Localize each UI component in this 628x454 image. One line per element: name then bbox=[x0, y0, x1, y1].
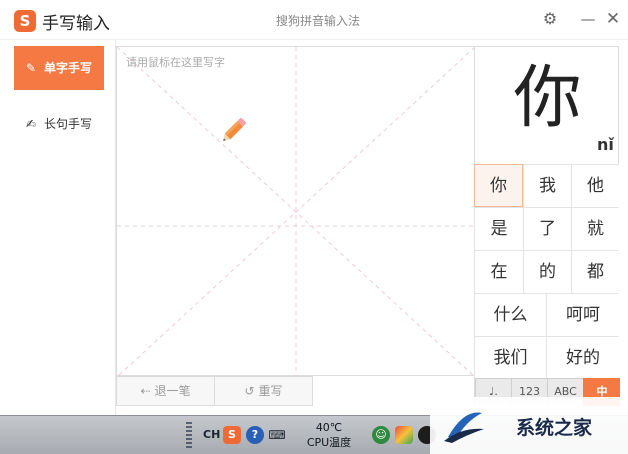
candidate-cell[interactable]: 都 bbox=[571, 250, 619, 293]
tray-grip-handle[interactable] bbox=[186, 422, 192, 448]
title-bar: S 手写输入 搜狗拼音输入法 ⚙ — ✕ bbox=[0, 0, 628, 40]
app-title: 手写输入 bbox=[42, 14, 110, 34]
qq-tray-icon[interactable]: ☺ bbox=[372, 426, 390, 444]
pad-guide-lines bbox=[117, 47, 475, 377]
site-watermark: 系统之家 bbox=[430, 397, 628, 454]
pencil-icon bbox=[223, 118, 246, 141]
candidate-cell[interactable]: 什么 bbox=[474, 293, 546, 336]
candidate-row: 什么 呵呵 bbox=[474, 293, 619, 336]
watermark-text: 系统之家 bbox=[516, 417, 593, 439]
cpu-temp-value: 40℃ bbox=[315, 421, 343, 434]
candidate-cell[interactable]: 他 bbox=[571, 164, 619, 207]
edit-box-icon: ✎ bbox=[25, 61, 37, 75]
keyboard-icon[interactable]: ⌨ bbox=[268, 426, 286, 444]
candidate-row: 在 的 都 bbox=[474, 250, 619, 293]
pad-placeholder: 请用鼠标在这里写字 bbox=[126, 56, 225, 69]
undo-stroke-button[interactable]: ⇠ 退一笔 bbox=[116, 376, 215, 406]
refresh-icon: ↺ bbox=[244, 384, 255, 398]
candidate-cell[interactable]: 就 bbox=[571, 207, 619, 250]
candidate-cell[interactable]: 我们 bbox=[474, 336, 546, 379]
cpu-temp-label: CPU温度 bbox=[306, 436, 352, 449]
pad-action-bar: ⇠ 退一笔 ↺ 重写 bbox=[116, 376, 314, 406]
candidate-row: 是 了 就 bbox=[474, 207, 619, 250]
nav-single-char-handwriting[interactable]: ✎ 单字手写 bbox=[14, 46, 104, 90]
nav-item-label: 单字手写 bbox=[44, 61, 93, 75]
pen-lines-icon: ✍ bbox=[25, 117, 37, 131]
nav-sentence-handwriting[interactable]: ✍ 长句手写 bbox=[14, 102, 104, 146]
undo-label: 退一笔 bbox=[154, 384, 191, 398]
handwriting-pad[interactable]: 请用鼠标在这里写字 bbox=[116, 46, 475, 377]
help-icon[interactable]: ? bbox=[246, 426, 264, 444]
back-arrow-icon: ⇠ bbox=[140, 384, 151, 398]
candidate-cell[interactable]: 是 bbox=[474, 207, 523, 250]
rewrite-button[interactable]: ↺ 重写 bbox=[214, 376, 313, 406]
candidate-cell[interactable]: 了 bbox=[523, 207, 571, 250]
candidate-cell[interactable]: 你 bbox=[474, 164, 523, 207]
minimize-icon[interactable]: — bbox=[578, 9, 598, 29]
nav-item-label: 长句手写 bbox=[44, 117, 93, 131]
candidate-cell[interactable]: 我 bbox=[523, 164, 571, 207]
gear-icon[interactable]: ⚙ bbox=[540, 9, 560, 29]
rewrite-label: 重写 bbox=[258, 384, 283, 398]
language-indicator[interactable]: CH bbox=[203, 428, 220, 441]
window-title: 搜狗拼音输入法 bbox=[276, 14, 361, 28]
preview-pinyin: nǐ bbox=[597, 135, 614, 154]
candidate-cell[interactable]: 的 bbox=[523, 250, 571, 293]
watermark-logo-icon bbox=[444, 412, 484, 443]
sogou-tray-icon[interactable]: S bbox=[223, 426, 241, 444]
candidate-cell[interactable]: 呵呵 bbox=[546, 293, 619, 336]
candidate-panel: 你 nǐ 你 我 他 是 了 就 在 的 都 什么 呵呵 我们 好的 ♩. 12… bbox=[474, 46, 620, 406]
preview-character: 你 bbox=[513, 59, 582, 138]
candidate-cell[interactable]: 好的 bbox=[546, 336, 619, 379]
mode-sidebar: ✎ 单字手写 ✍ 长句手写 bbox=[0, 40, 116, 415]
candidate-row: 我们 好的 bbox=[474, 336, 619, 379]
cpu-temperature-widget[interactable]: 40℃ CPU温度 bbox=[306, 420, 352, 450]
candidate-cell[interactable]: 在 bbox=[474, 250, 523, 293]
sogou-logo-icon: S bbox=[14, 10, 36, 32]
candidate-row: 你 我 他 bbox=[474, 164, 619, 207]
app-tray-icon[interactable] bbox=[395, 426, 413, 444]
close-icon[interactable]: ✕ bbox=[603, 9, 623, 29]
